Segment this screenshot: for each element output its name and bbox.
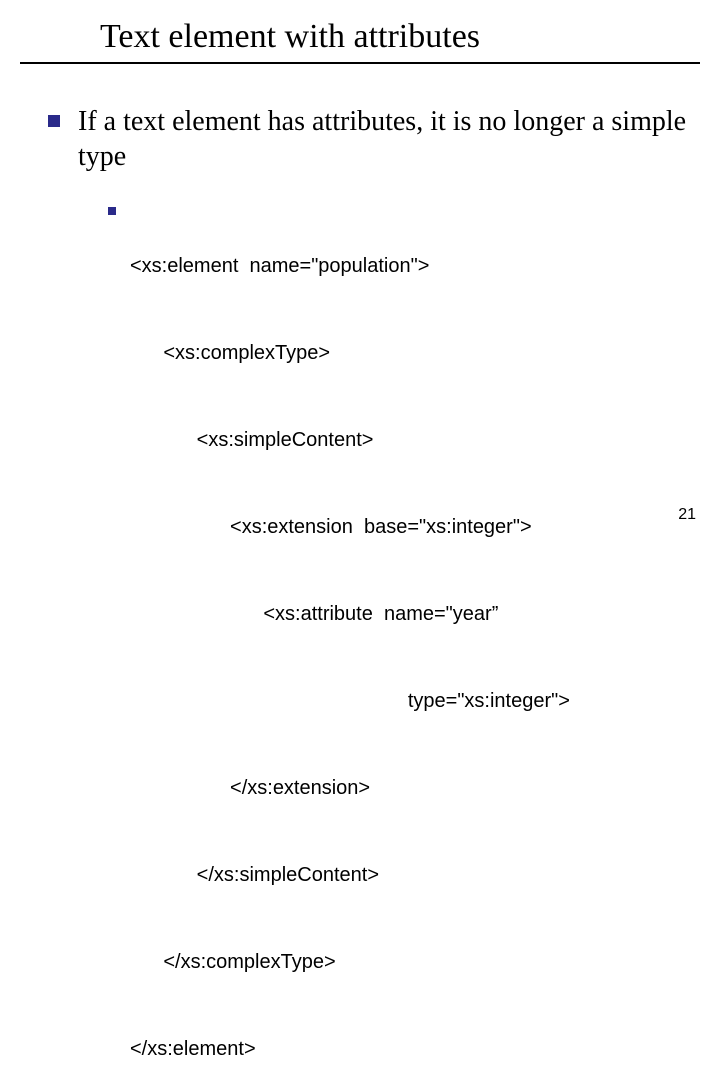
code-line: </xs:element> [130, 1035, 570, 1064]
square-bullet-icon [108, 207, 116, 215]
slide: Text element with attributes If a text e… [0, 0, 720, 540]
code-line: </xs:simpleContent> [130, 861, 570, 890]
code-block: <xs:element name="population"> <xs:compl… [130, 194, 570, 1080]
code-line: <xs:attribute name="year” [130, 600, 570, 629]
code-line: <xs:extension base="xs:integer"> [130, 513, 570, 542]
page-number: 21 [678, 506, 696, 524]
code-line: <xs:complexType> [130, 339, 570, 368]
code-line: type="xs:integer"> [130, 687, 570, 716]
code-line: </xs:complexType> [130, 948, 570, 977]
code-line: </xs:extension> [130, 774, 570, 803]
title-underline [20, 62, 700, 64]
body-paragraph: If a text element has attributes, it is … [78, 104, 688, 174]
title-wrap: Text element with attributes [100, 18, 480, 56]
square-bullet-icon [48, 115, 60, 127]
code-line: <xs:element name="population"> [130, 252, 570, 281]
code-line: <xs:simpleContent> [130, 426, 570, 455]
slide-title: Text element with attributes [100, 18, 480, 55]
